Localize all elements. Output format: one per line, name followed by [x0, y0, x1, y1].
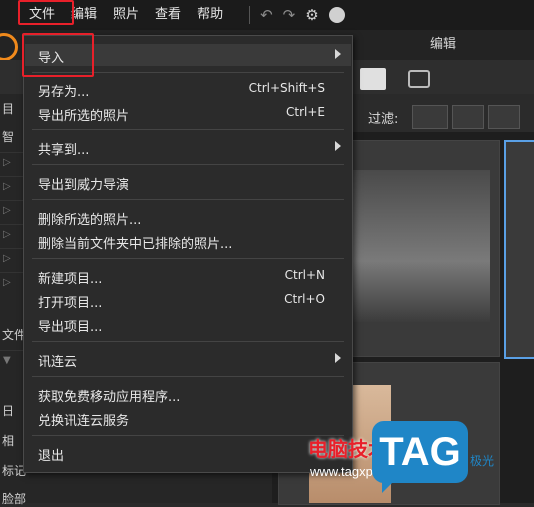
compare-view-button[interactable] [408, 70, 430, 88]
menu-item-redeem-cloud[interactable]: 兑换讯连云服务 [25, 407, 351, 429]
menu-separator [32, 129, 344, 130]
chevron-right-icon: ▷ [3, 277, 11, 288]
toolbar-icons: ↶ ↷ ⚙ [249, 6, 345, 24]
menu-bar: 文件 编辑 照片 查看 帮助 ↶ ↷ ⚙ [0, 0, 534, 30]
chevron-right-icon: ▷ [3, 205, 11, 216]
menu-item-label: 导出项目... [38, 320, 103, 335]
chevron-right-icon: ▷ [3, 181, 11, 192]
menu-separator [32, 435, 344, 436]
menu-photo[interactable]: 照片 [105, 0, 147, 30]
menu-item-label: 导出所选的照片 [38, 109, 130, 124]
menu-item-export-selected[interactable]: 导出所选的照片 Ctrl+E [25, 102, 351, 124]
redo-icon[interactable]: ↷ [283, 6, 296, 24]
grid-view-button[interactable] [360, 68, 386, 90]
submenu-arrow-icon [335, 141, 341, 151]
flag-filter-dropdown[interactable] [412, 105, 448, 129]
menu-item-import[interactable]: 导入 [25, 44, 351, 66]
divider [249, 6, 251, 24]
menu-item-label: 另存为... [38, 85, 90, 100]
file-menu-dropdown: 导入 另存为... Ctrl+Shift+S 导出所选的照片 Ctrl+E 共享… [23, 35, 353, 473]
panel-label: 相 [2, 434, 15, 448]
menu-item-open-project[interactable]: 打开项目... Ctrl+O [25, 289, 351, 311]
menu-item-export-powerdirector[interactable]: 导出到威力导演 [25, 171, 351, 193]
submenu-arrow-icon [335, 353, 341, 363]
undo-icon[interactable]: ↶ [260, 6, 273, 24]
menu-item-get-mobile-app[interactable]: 获取免费移动应用程序... [25, 383, 351, 405]
menu-edit[interactable]: 编辑 [63, 0, 105, 30]
menu-separator [32, 376, 344, 377]
menu-item-label: 共享到... [38, 143, 90, 158]
shortcut-text: Ctrl+O [284, 292, 325, 306]
menu-separator [32, 341, 344, 342]
menu-item-exit[interactable]: 退出 [25, 442, 351, 464]
panel-label: 日 [2, 404, 15, 418]
menu-item-label: 兑换讯连云服务 [38, 414, 130, 429]
menu-item-label: 退出 [38, 449, 65, 464]
menu-item-save-as[interactable]: 另存为... Ctrl+Shift+S [25, 78, 351, 100]
notification-icon[interactable] [328, 7, 345, 23]
label-filter-dropdown[interactable] [452, 105, 484, 129]
menu-item-share-to[interactable]: 共享到... [25, 136, 351, 158]
menu-item-export-project[interactable]: 导出项目... [25, 313, 351, 335]
watermark-suffix: 极光 [470, 454, 495, 468]
menu-view[interactable]: 查看 [147, 0, 189, 30]
pen-filter-dropdown[interactable] [488, 105, 520, 129]
chevron-right-icon: ▷ [3, 253, 11, 264]
menu-item-new-project[interactable]: 新建项目... Ctrl+N [25, 265, 351, 287]
menu-item-label: 讯连云 [38, 355, 78, 370]
panel-label: 脸部 [2, 492, 27, 506]
chevron-right-icon: ▷ [3, 229, 11, 240]
menu-separator [32, 72, 344, 73]
shortcut-text: Ctrl+N [284, 268, 325, 282]
menu-item-delete-excluded[interactable]: 删除当前文件夹中已排除的照片... [25, 230, 351, 252]
menu-item-cyberlink-cloud[interactable]: 讯连云 [25, 348, 351, 370]
panel-label: 智 [2, 130, 15, 144]
menu-item-label: 获取免费移动应用程序... [38, 390, 181, 405]
menu-separator [32, 164, 344, 165]
tab-edit[interactable]: 编辑 [430, 30, 456, 60]
chevron-down-icon: ▼ [3, 355, 11, 366]
menu-separator [32, 199, 344, 200]
menu-item-label: 删除所选的照片... [38, 213, 142, 228]
shortcut-text: Ctrl+E [286, 105, 325, 119]
menu-file[interactable]: 文件 [21, 0, 63, 30]
shortcut-text: Ctrl+Shift+S [248, 81, 325, 95]
watermark-logo: TAG [372, 421, 468, 493]
menu-item-label: 导出到威力导演 [38, 178, 130, 193]
panel-label: 目 [2, 102, 15, 116]
menu-item-label: 新建项目... [38, 272, 103, 287]
photo-thumbnail-selected[interactable] [504, 140, 534, 359]
menu-item-delete-selected[interactable]: 删除所选的照片... [25, 206, 351, 228]
menu-item-label: 导入 [38, 51, 65, 66]
submenu-arrow-icon [335, 49, 341, 59]
menu-item-label: 打开项目... [38, 296, 103, 311]
menu-separator [32, 258, 344, 259]
filter-label: 过滤: [368, 112, 399, 127]
menu-help[interactable]: 帮助 [189, 0, 231, 30]
chevron-right-icon: ▷ [3, 157, 11, 168]
settings-icon[interactable]: ⚙ [305, 6, 318, 24]
menu-item-label: 删除当前文件夹中已排除的照片... [38, 237, 233, 252]
